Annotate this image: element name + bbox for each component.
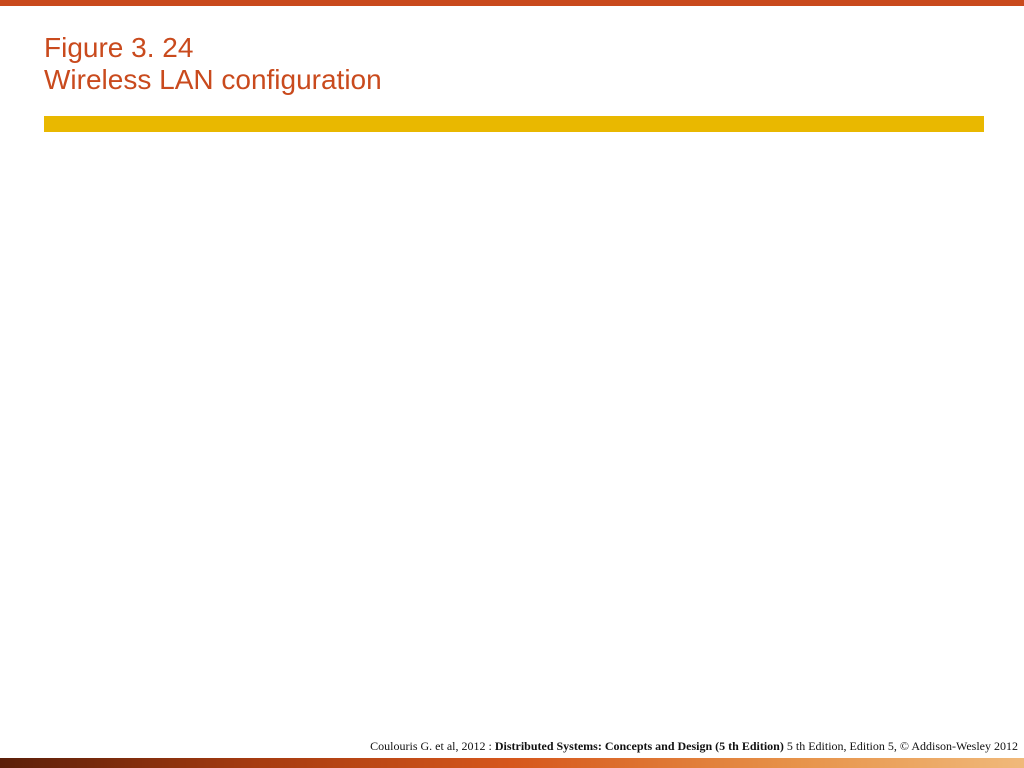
footer-prefix: Coulouris G. et al, 2012 : xyxy=(370,739,495,753)
footer-suffix: 5 th Edition, Edition 5, © Addison-Wesle… xyxy=(784,739,1018,753)
slide-title: Figure 3. 24 Wireless LAN configuration xyxy=(44,32,382,96)
title-line-2: Wireless LAN configuration xyxy=(44,64,382,96)
footer-book-title: Distributed Systems: Concepts and Design… xyxy=(495,739,784,753)
top-accent-bar xyxy=(0,0,1024,6)
footer-citation: Coulouris G. et al, 2012 : Distributed S… xyxy=(370,739,1018,754)
bottom-accent-bar xyxy=(0,758,1024,768)
title-underline-bar xyxy=(44,116,984,132)
title-line-1: Figure 3. 24 xyxy=(44,32,382,64)
